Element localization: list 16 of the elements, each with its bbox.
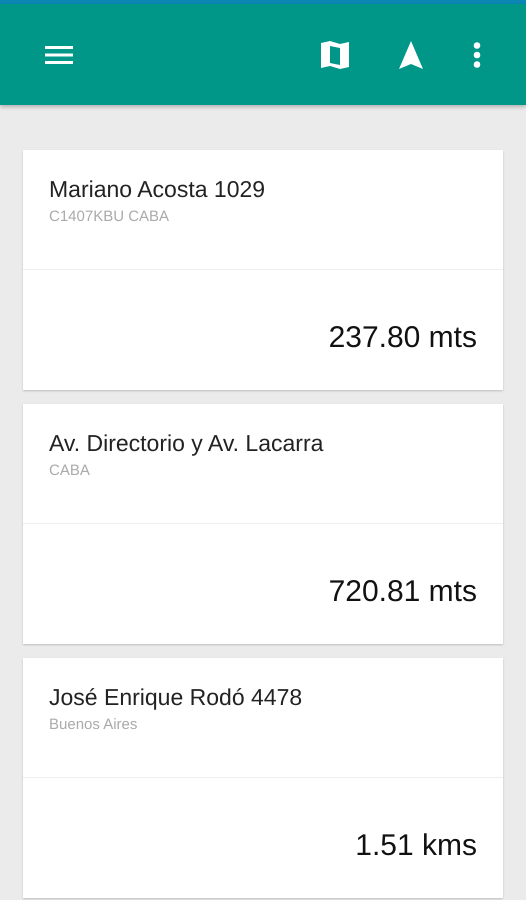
navigation-arrow-icon[interactable]: [399, 40, 423, 68]
distance-value: 237.80 mts: [328, 322, 477, 354]
place-name: Av. Directorio y Av. Lacarra: [49, 429, 324, 458]
place-area: Buenos Aires: [49, 716, 477, 733]
distance-value: 720.81 mts: [328, 576, 477, 608]
more-options-icon[interactable]: [473, 42, 481, 68]
place-area: CABA: [49, 462, 477, 479]
place-name: Mariano Acosta 1029: [49, 175, 266, 204]
menu-icon[interactable]: [45, 46, 73, 64]
place-card[interactable]: José Enrique Rodó 4478 Buenos Aires 1.51 kms: [23, 658, 503, 898]
place-card[interactable]: Av. Directorio y Av. Lacarra CABA 720.81 mts: [23, 404, 503, 644]
map-icon[interactable]: [321, 40, 349, 68]
place-card[interactable]: Mariano Acosta 1029 C1407KBU CABA 237.80 mts: [23, 150, 503, 390]
place-area: C1407KBU CABA: [49, 208, 477, 225]
distance-value: 1.51 kms: [355, 830, 477, 862]
place-name: José Enrique Rodó 4478: [49, 683, 304, 712]
